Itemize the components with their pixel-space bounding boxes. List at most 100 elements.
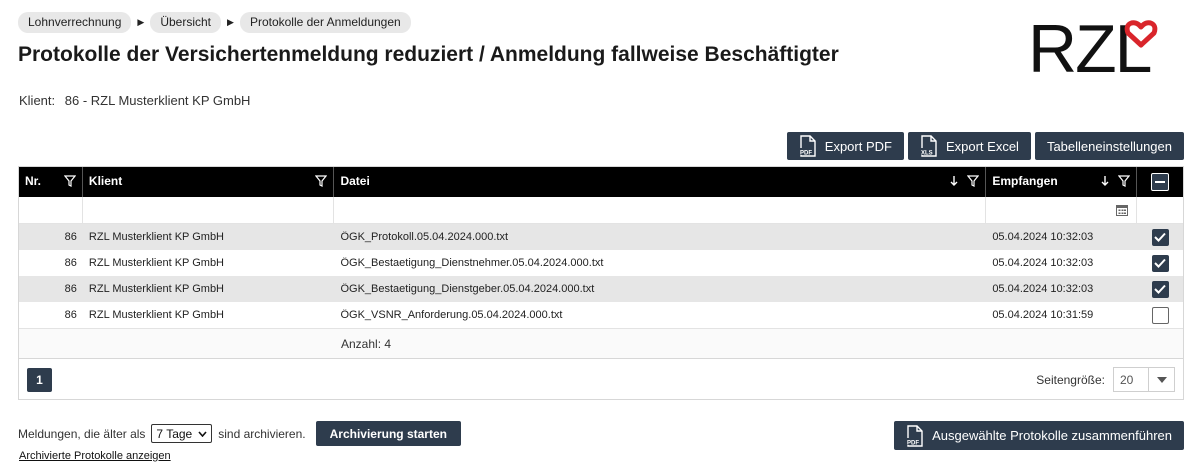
page-size-label: Seitengröße: [1036, 372, 1105, 387]
cell-empfangen: 05.04.2024 10:32:03 [992, 283, 1094, 295]
xls-file-icon: XLS [919, 135, 938, 157]
filter-cell-datei[interactable] [334, 197, 987, 223]
table-toolbar: PDF Export PDF XLS Export Excel Tabellen… [786, 132, 1184, 160]
cell-nr: 86 [64, 231, 77, 243]
calendar-icon[interactable] [1116, 204, 1129, 216]
table-row[interactable]: 86 RZL Musterklient KP GmbH ÖGK_Bestaetigu… [19, 276, 1183, 302]
cell-nr: 86 [64, 257, 77, 269]
filter-cell-select [1137, 197, 1183, 223]
cell-empfangen: 05.04.2024 10:31:59 [992, 309, 1094, 321]
row-checkbox[interactable] [1151, 280, 1169, 298]
row-checkbox[interactable] [1151, 254, 1169, 272]
sort-down-icon[interactable] [949, 175, 959, 187]
chevron-right-icon: ▶ [137, 17, 145, 27]
svg-text:PDF: PDF [800, 151, 812, 157]
deselect-all-checkbox[interactable] [1151, 173, 1170, 191]
column-header-klient[interactable]: Klient [83, 167, 335, 197]
breadcrumb-item-uebersicht[interactable]: Übersicht [150, 12, 222, 33]
table-row[interactable]: 86 RZL Musterklient KP GmbH ÖGK_VSNR_Anfor… [19, 302, 1183, 328]
svg-text:PDF: PDF [907, 440, 919, 446]
client-value: 86 - RZL Musterklient KP GmbH [64, 93, 251, 108]
column-title-empfangen: Empfangen [992, 174, 1058, 188]
checkmark-icon [1154, 258, 1166, 268]
table-row[interactable]: 86 RZL Musterklient KP GmbH ÖGK_Protokoll.… [19, 224, 1183, 250]
cell-klient: RZL Musterklient KP GmbH [88, 257, 224, 269]
table-row[interactable]: 86 RZL Musterklient KP GmbH ÖGK_Bestaetigu… [19, 250, 1183, 276]
cell-klient: RZL Musterklient KP GmbH [88, 283, 224, 295]
merge-protocols-button[interactable]: PDF Ausgewählte Protokolle zusammenführe… [894, 421, 1184, 450]
checkmark-icon [1154, 284, 1166, 294]
cell-empfangen: 05.04.2024 10:32:03 [992, 257, 1094, 269]
table-settings-button[interactable]: Tabelleneinstellungen [1034, 132, 1184, 160]
filter-icon[interactable] [967, 175, 980, 187]
start-archive-button[interactable]: Archivierung starten [315, 421, 461, 446]
cell-klient: RZL Musterklient KP GmbH [88, 231, 224, 243]
cell-empfangen: 05.04.2024 10:32:03 [992, 231, 1094, 243]
cell-nr: 86 [64, 283, 77, 295]
show-archived-link[interactable]: Archivierte Protokolle anzeigen [19, 450, 171, 462]
cell-nr: 86 [64, 309, 77, 321]
cell-klient: RZL Musterklient KP GmbH [88, 309, 224, 321]
column-header-nr[interactable]: Nr. [19, 167, 83, 197]
checkmark-icon [1154, 232, 1166, 242]
chevron-right-icon: ▶ [227, 17, 234, 27]
breadcrumb-item-protokolle[interactable]: Protokolle der Anmeldungen [239, 12, 411, 33]
pdf-file-icon: PDF [906, 424, 924, 447]
page-title: Protokolle der Versichertenmeldung reduz… [18, 43, 839, 66]
chevron-down-icon[interactable] [1148, 368, 1174, 391]
column-title-klient: Klient [88, 174, 123, 188]
cell-datei: ÖGK_Bestaetigung_Dienstgeber.05.04.2024.… [340, 283, 595, 295]
page-button-current[interactable]: 1 [27, 368, 52, 392]
breadcrumb-item-lohnverrechnung[interactable]: Lohnverrechnung [18, 12, 132, 33]
filter-row [19, 197, 1183, 224]
column-header-empfangen[interactable]: Empfangen [986, 167, 1138, 197]
column-header-select [1137, 167, 1183, 197]
export-pdf-label: Export PDF [824, 138, 892, 154]
export-excel-label: Export Excel [945, 138, 1019, 154]
column-title-datei: Datei [340, 174, 370, 188]
rzl-logo: RZL [1028, 11, 1160, 87]
pdf-file-icon: PDF [798, 135, 817, 157]
cell-datei: ÖGK_Protokoll.05.04.2024.000.txt [340, 231, 509, 243]
cell-select [1137, 280, 1183, 298]
client-info: Klient: 86 - RZL Musterklient KP GmbH [19, 93, 250, 108]
page-size-control: Seitengröße: 20 [1036, 367, 1175, 392]
sort-down-icon[interactable] [1100, 175, 1110, 187]
archive-age-select[interactable]: 7 Tage [151, 424, 213, 443]
archive-controls: Meldungen, die älter als 7 Tage sind arc… [18, 421, 461, 446]
svg-text:XLS: XLS [921, 151, 933, 157]
archive-suffix: sind archivieren. [218, 426, 306, 441]
table-footer: Anzahl: 4 [19, 328, 1183, 358]
export-excel-button[interactable]: XLS Export Excel [907, 132, 1031, 160]
filter-icon[interactable] [63, 175, 76, 187]
page-size-select[interactable]: 20 [1113, 367, 1175, 392]
cell-datei: ÖGK_VSNR_Anforderung.05.04.2024.000.txt [340, 309, 563, 321]
export-pdf-button[interactable]: PDF Export PDF [786, 132, 904, 160]
archive-prefix: Meldungen, die älter als [18, 426, 146, 441]
archive-age-value: 7 Tage [156, 426, 193, 441]
cell-datei: ÖGK_Bestaetigung_Dienstnehmer.05.04.2024… [340, 257, 604, 269]
client-label: Klient: [19, 93, 56, 108]
minus-icon [1155, 181, 1166, 183]
table-body: 86 RZL Musterklient KP GmbH ÖGK_Protokoll.… [19, 224, 1183, 328]
column-header-datei[interactable]: Datei [334, 167, 987, 197]
column-title-nr: Nr. [25, 174, 42, 188]
filter-icon[interactable] [315, 175, 328, 187]
chevron-down-icon [198, 430, 207, 437]
filter-icon[interactable] [1118, 175, 1131, 187]
protocol-table: Nr. Klient Datei Empfangen 86 RZL Muster… [18, 166, 1184, 400]
page-size-value: 20 [1120, 372, 1134, 387]
filter-cell-empfangen[interactable] [986, 197, 1138, 223]
cell-select [1137, 228, 1183, 246]
row-count: Anzahl: 4 [341, 336, 392, 351]
row-checkbox[interactable] [1151, 306, 1169, 324]
filter-cell-klient[interactable] [83, 197, 335, 223]
filter-cell-nr[interactable] [19, 197, 83, 223]
cell-select [1137, 306, 1183, 324]
cell-select [1137, 254, 1183, 272]
breadcrumb: Lohnverrechnung ▶ Übersicht ▶ Protokolle… [18, 12, 411, 33]
row-checkbox[interactable] [1151, 228, 1169, 246]
merge-protocols-label: Ausgewählte Protokolle zusammenführen [932, 428, 1172, 443]
pager: 1 Seitengröße: 20 [19, 358, 1183, 399]
table-header: Nr. Klient Datei Empfangen [19, 167, 1183, 197]
